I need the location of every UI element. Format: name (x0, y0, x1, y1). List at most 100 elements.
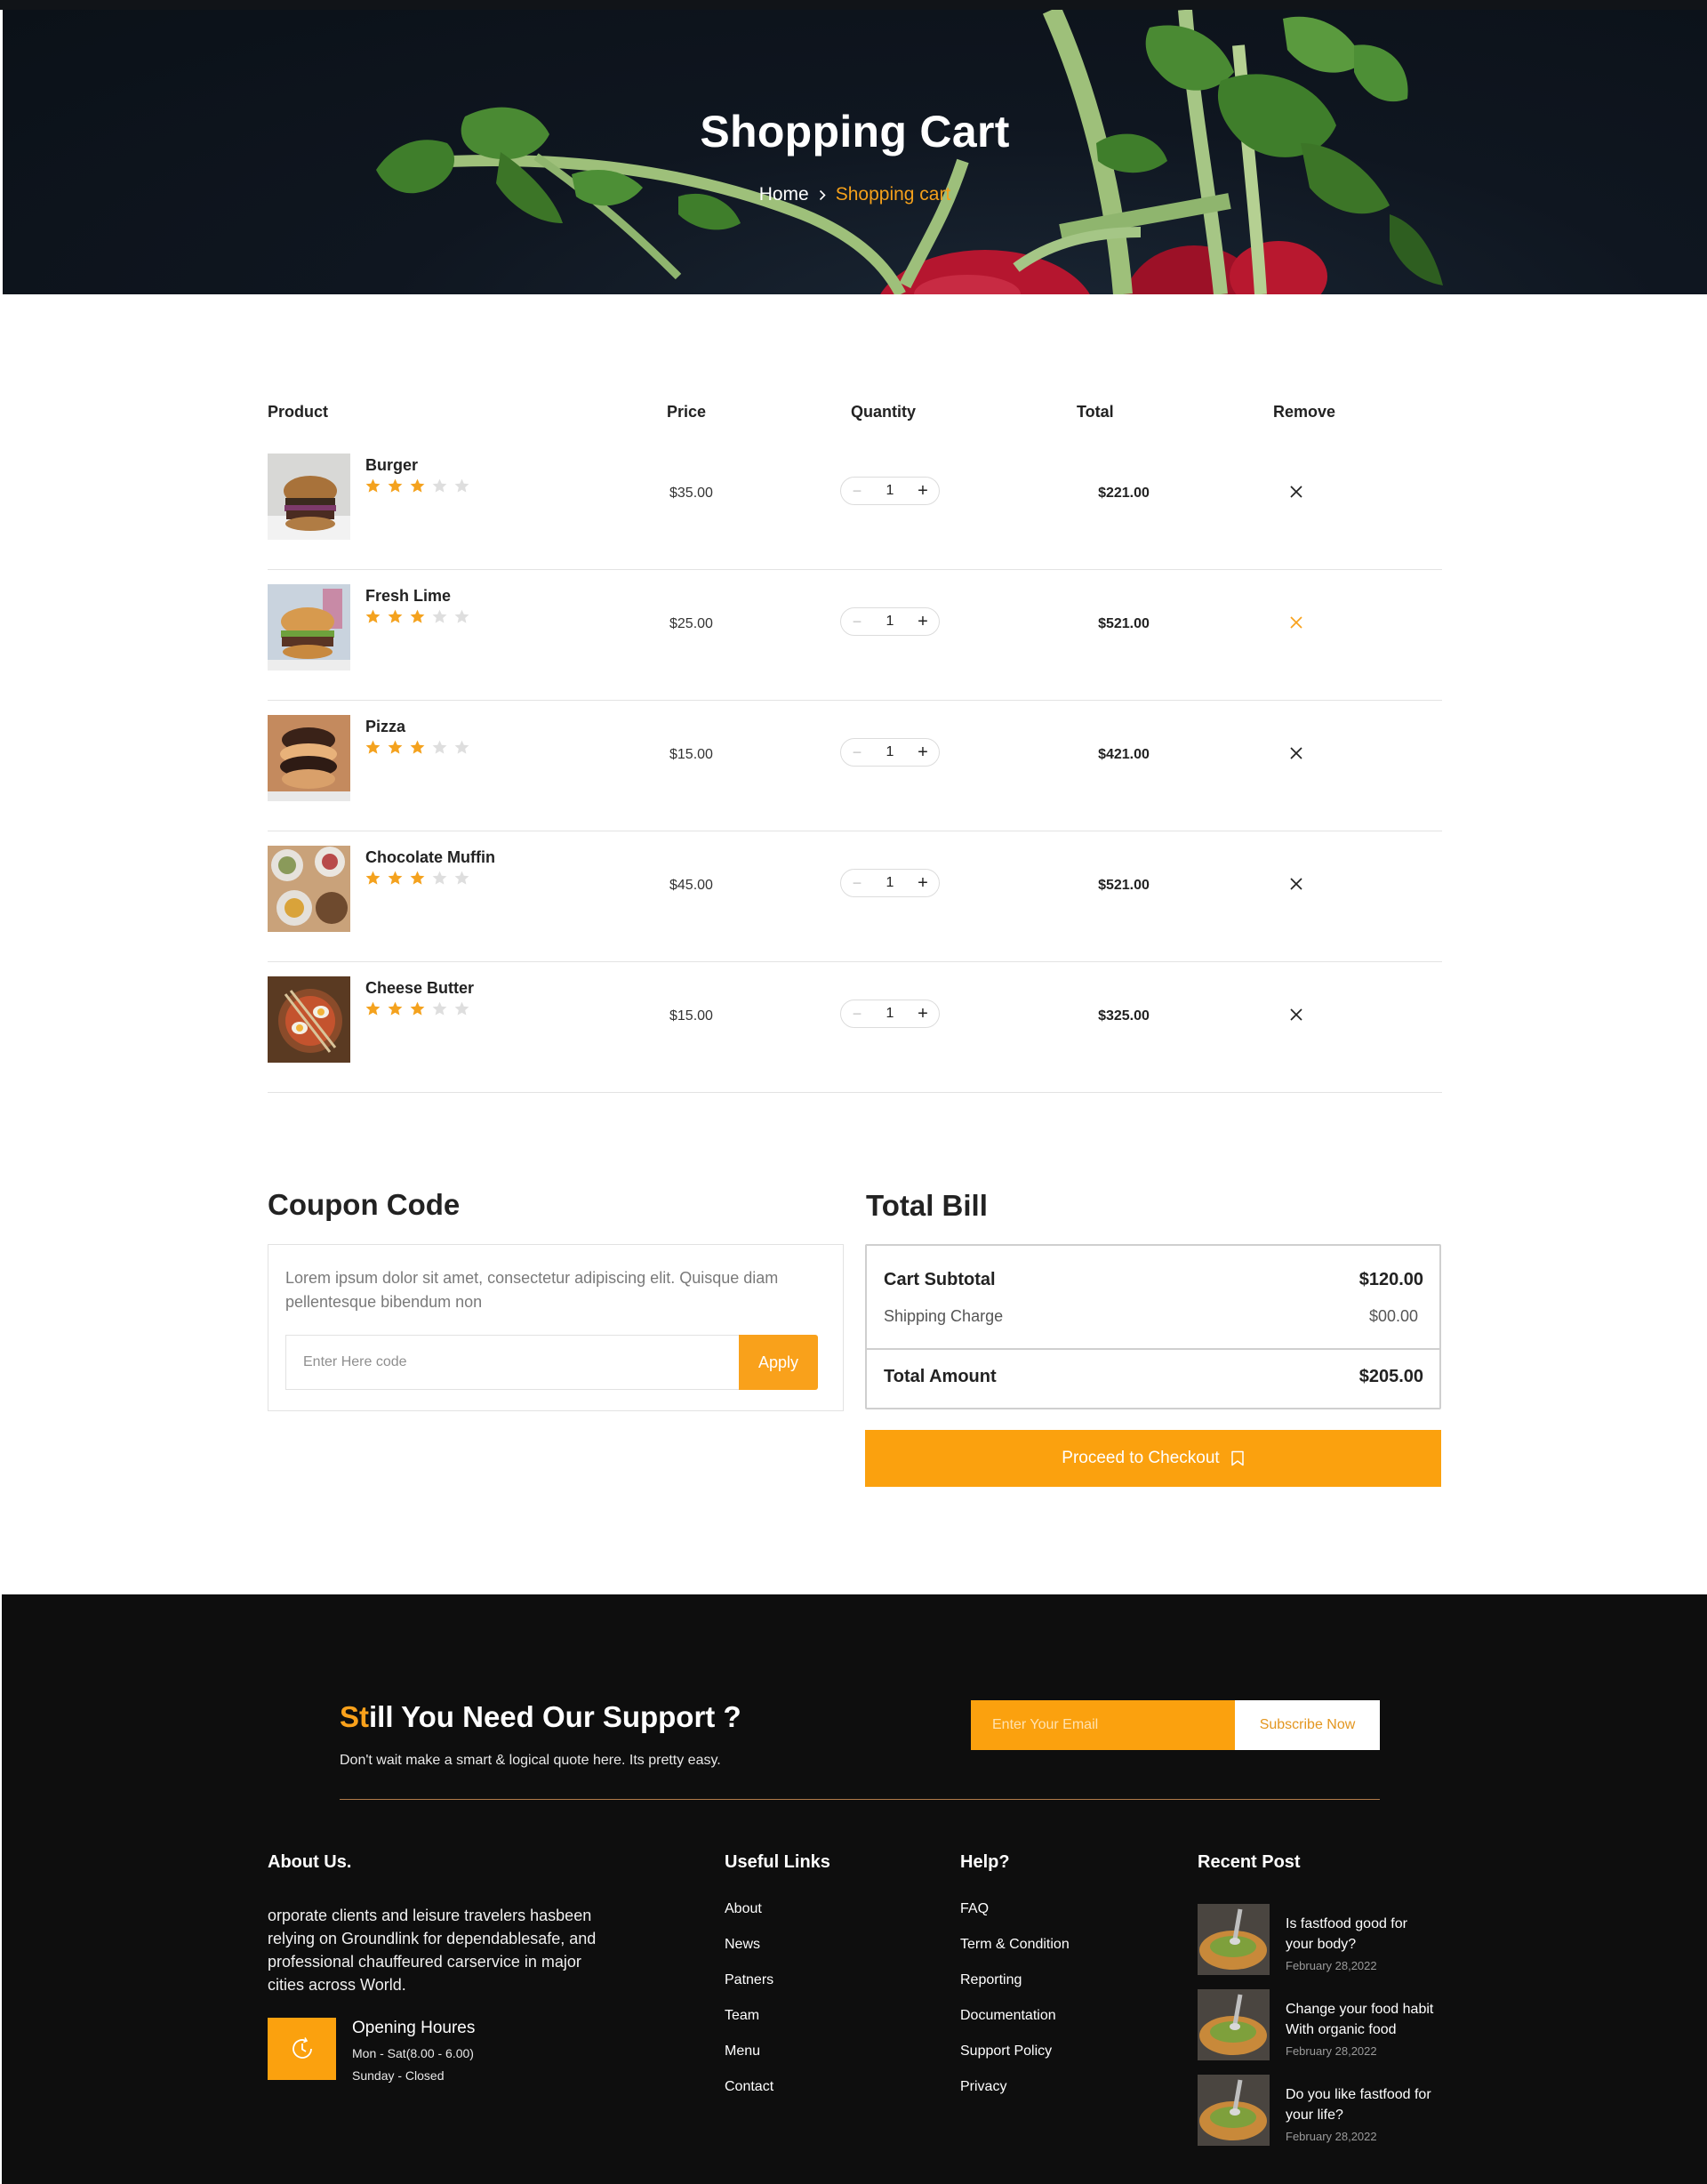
useful-links-list: About News Patners Team Menu Contact (725, 1900, 773, 2114)
about-heading: About Us. (268, 1852, 352, 1872)
post-thumbnail[interactable] (1198, 1904, 1270, 1975)
close-icon[interactable] (1289, 1008, 1303, 1022)
product-thumbnail[interactable] (268, 715, 350, 801)
list-item: About (725, 1900, 773, 1936)
useful-links-heading: Useful Links (725, 1852, 830, 1872)
proceed-to-checkout-button[interactable]: Proceed to Checkout (865, 1430, 1441, 1487)
cart-row: Cheese Butter $15.00 − 1 + $325.00 (268, 962, 1442, 1093)
shipping-charge-value: $00.00 (1368, 1307, 1418, 1325)
footer-link-terms[interactable]: Term & Condition (960, 1937, 1070, 1952)
post-thumbnail[interactable] (1198, 2075, 1270, 2146)
support-title-rest: ill You Need Our Support ? (369, 1700, 741, 1733)
product-rating (365, 1000, 470, 1017)
star-icon (410, 1001, 425, 1016)
product-name[interactable]: Chocolate Muffin (365, 848, 495, 867)
footer-link-reporting[interactable]: Reporting (960, 1972, 1022, 1987)
support-title: Still You Need Our Support ? (340, 1700, 741, 1734)
row-total: $325.00 (1098, 1008, 1150, 1024)
product-thumbnail[interactable] (268, 846, 350, 932)
qty-value[interactable]: 1 (886, 875, 894, 891)
qty-increase-button[interactable]: + (917, 481, 929, 502)
footer-link-faq[interactable]: FAQ (960, 1901, 989, 1916)
footer-link-about[interactable]: About (725, 1901, 762, 1916)
product-name[interactable]: Pizza (365, 718, 405, 736)
page-title: Shopping Cart (700, 107, 1010, 157)
footer-link-contact[interactable]: Contact (725, 2079, 773, 2094)
post-title[interactable]: Do you like fastfood for your life? (1286, 2084, 1437, 2125)
product-name[interactable]: Burger (365, 456, 418, 475)
footer-link-partners[interactable]: Patners (725, 1972, 773, 1987)
qty-decrease-button[interactable]: − (851, 1005, 863, 1024)
qty-increase-button[interactable]: + (917, 612, 929, 632)
support-subtitle: Don't wait make a smart & logical quote … (340, 1753, 721, 1768)
post-title[interactable]: Change your food habit With organic food (1286, 1999, 1437, 2040)
product-price: $25.00 (669, 616, 713, 631)
cart-row: Chocolate Muffin $45.00 − 1 + $521.00 (268, 831, 1442, 962)
footer-link-privacy[interactable]: Privacy (960, 2079, 1006, 2094)
opening-hours-sunday: Sunday - Closed (352, 2068, 445, 2083)
footer-link-team[interactable]: Team (725, 2008, 759, 2023)
product-thumbnail[interactable] (268, 454, 350, 540)
star-icon (432, 740, 447, 754)
product-thumbnail[interactable] (268, 584, 350, 670)
star-icon (454, 740, 469, 754)
qty-decrease-button[interactable]: − (851, 482, 863, 501)
qty-value[interactable]: 1 (886, 744, 894, 760)
help-heading: Help? (960, 1852, 1010, 1872)
footer-link-support-policy[interactable]: Support Policy (960, 2043, 1052, 2059)
star-icon (388, 478, 403, 493)
product-name[interactable]: Fresh Lime (365, 587, 451, 606)
col-header-product: Product (268, 403, 329, 421)
quantity-stepper[interactable]: − 1 + (840, 738, 940, 767)
close-icon[interactable] (1289, 485, 1303, 499)
qty-value[interactable]: 1 (886, 1006, 894, 1022)
recent-post-item[interactable]: Do you like fastfood for your life? Febr… (1198, 2075, 1431, 2146)
qty-value[interactable]: 1 (886, 614, 894, 630)
cart-row: Burger $35.00 − 1 + $221.00 (268, 439, 1442, 570)
recent-post-item[interactable]: Change your food habit With organic food… (1198, 1989, 1433, 2060)
support-title-accent: St (340, 1700, 369, 1733)
col-header-price: Price (667, 403, 707, 421)
row-total: $521.00 (1098, 616, 1150, 631)
qty-increase-button[interactable]: + (917, 873, 929, 894)
product-rating (365, 870, 470, 887)
star-icon (432, 1001, 447, 1016)
post-thumbnail[interactable] (1198, 1989, 1270, 2060)
footer-link-documentation[interactable]: Documentation (960, 2008, 1056, 2023)
qty-increase-button[interactable]: + (917, 1004, 929, 1024)
quantity-stepper[interactable]: − 1 + (840, 607, 940, 636)
star-icon (365, 740, 381, 754)
quantity-stepper[interactable]: − 1 + (840, 477, 940, 505)
post-title[interactable]: Is fastfood good for your body? (1286, 1914, 1437, 1955)
coupon-code-input[interactable] (285, 1335, 739, 1390)
qty-decrease-button[interactable]: − (851, 613, 863, 631)
total-amount-value: $205.00 (1358, 1367, 1423, 1386)
close-icon[interactable] (1289, 615, 1303, 630)
subscribe-button[interactable]: Subscribe Now (1235, 1700, 1380, 1750)
product-name[interactable]: Cheese Butter (365, 979, 474, 998)
qty-decrease-button[interactable]: − (851, 743, 863, 762)
breadcrumb-home[interactable]: Home (759, 184, 809, 205)
list-item: Menu (725, 2043, 773, 2078)
close-icon[interactable] (1289, 877, 1303, 891)
product-rating (365, 739, 470, 756)
product-rating (365, 608, 470, 625)
close-icon[interactable] (1289, 746, 1303, 760)
qty-decrease-button[interactable]: − (851, 874, 863, 893)
qty-increase-button[interactable]: + (917, 743, 929, 763)
clock-icon (268, 2018, 336, 2080)
total-amount-label: Total Amount (884, 1367, 997, 1386)
row-total: $421.00 (1098, 747, 1150, 762)
recent-post-item[interactable]: Is fastfood good for your body? February… (1198, 1904, 1429, 1975)
quantity-stepper[interactable]: − 1 + (840, 869, 940, 897)
apply-coupon-button[interactable]: Apply (739, 1335, 818, 1390)
footer-link-news[interactable]: News (725, 1937, 760, 1952)
footer-link-menu[interactable]: Menu (725, 2043, 760, 2059)
list-item: Team (725, 2007, 773, 2043)
newsletter-email-input[interactable] (971, 1700, 1235, 1750)
quantity-stepper[interactable]: − 1 + (840, 1000, 940, 1028)
product-thumbnail[interactable] (268, 976, 350, 1063)
qty-value[interactable]: 1 (886, 483, 894, 499)
list-item: Privacy (960, 2078, 1070, 2114)
star-icon (454, 871, 469, 885)
